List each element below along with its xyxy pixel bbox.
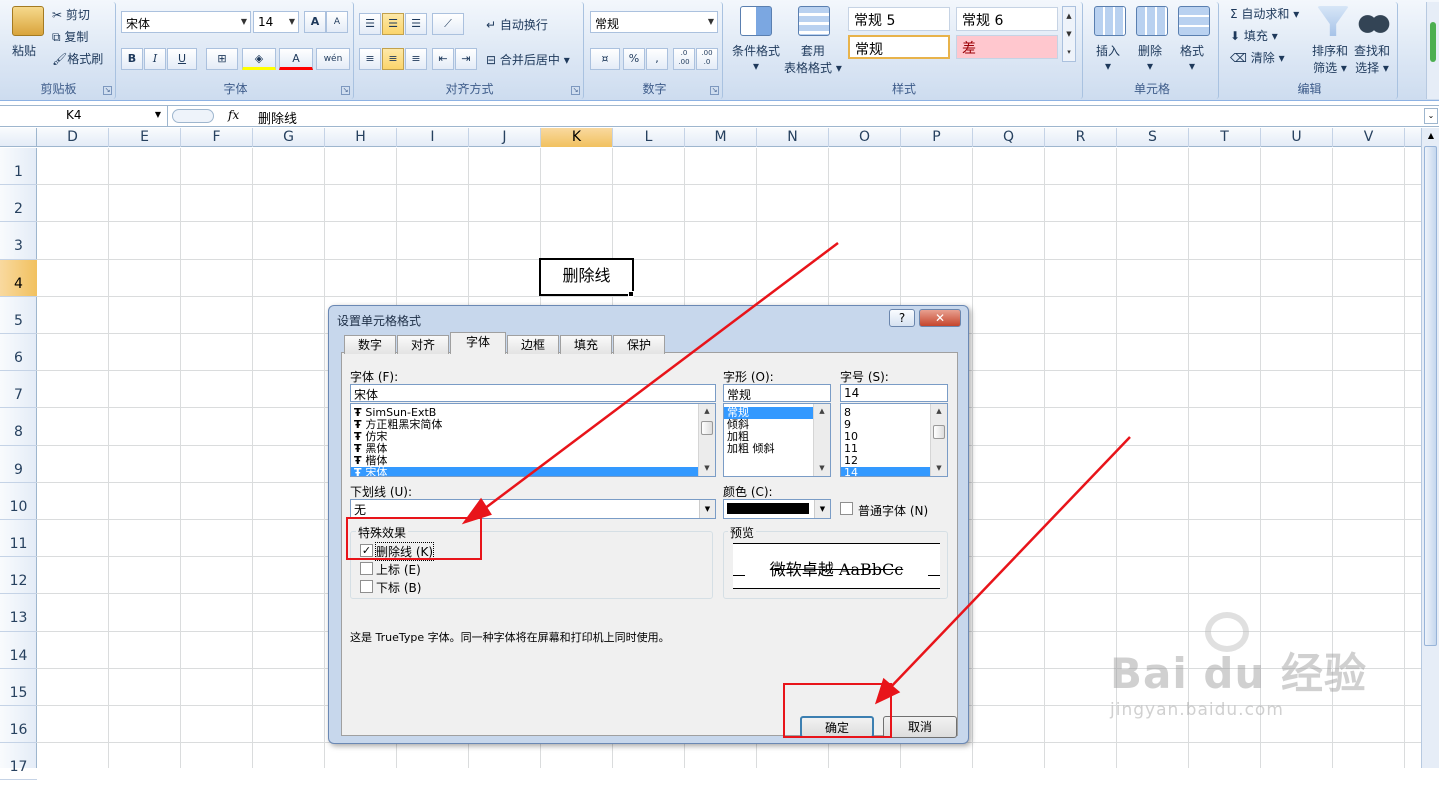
watermark-brand: Bai du 经验: [1110, 649, 1367, 698]
arrow-head-1: [461, 497, 492, 525]
tab-2[interactable]: 字体: [450, 332, 506, 354]
arrow-line-1: [479, 242, 839, 513]
arrow-line-2: [887, 436, 1131, 691]
watermark-url: jingyan.baidu.com: [1110, 700, 1284, 720]
baidu-watermark: Bai du 经验 jingyan.baidu.com: [1110, 612, 1410, 722]
